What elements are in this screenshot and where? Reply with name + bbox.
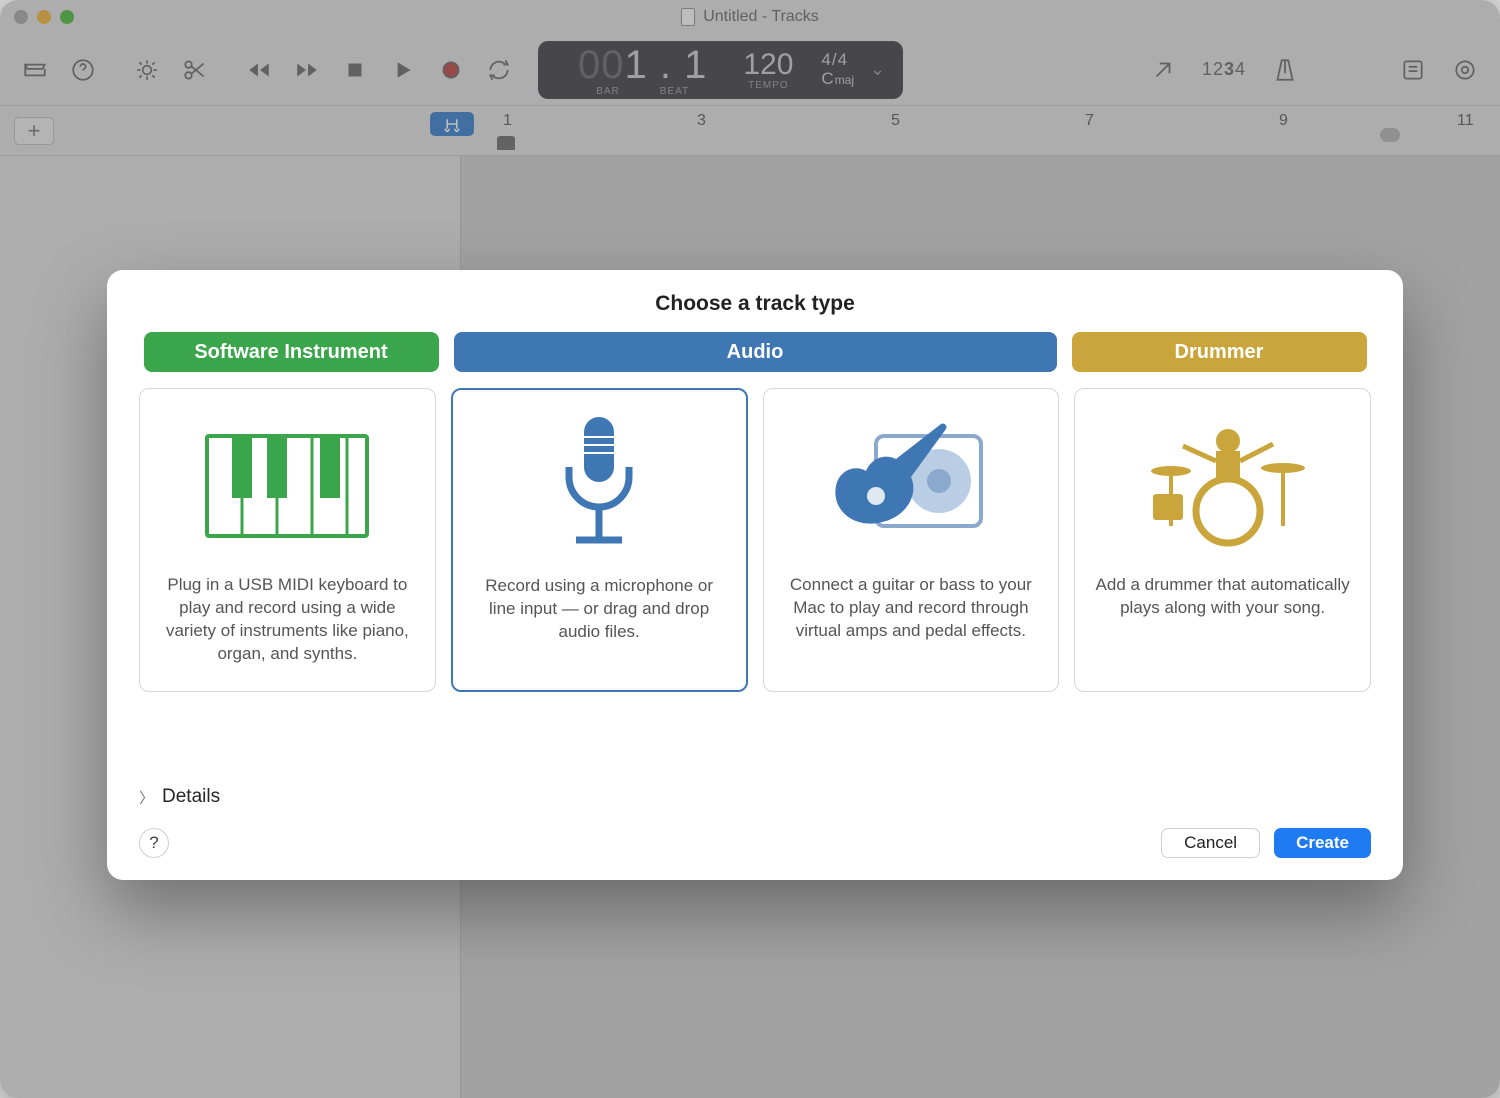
details-label: Details [162,786,220,808]
app-window: Untitled - Tracks [0,0,1500,1098]
cancel-button[interactable]: Cancel [1161,828,1260,858]
piano-keys-icon [202,411,372,561]
microphone-icon [544,412,654,562]
card-audio-mic[interactable]: Record using a microphone or line input … [451,388,748,692]
details-disclosure[interactable]: 〉 Details [139,756,1371,808]
tab-software-instrument[interactable]: Software Instrument [144,332,439,372]
tab-audio[interactable]: Audio [454,332,1057,372]
modal-help-button[interactable]: ? [139,828,169,858]
card-audio-guitar[interactable]: Connect a guitar or bass to your Mac to … [763,388,1060,692]
tab-drummer[interactable]: Drummer [1072,332,1367,372]
modal-title: Choose a track type [139,292,1371,316]
card-software-desc: Plug in a USB MIDI keyboard to play and … [158,573,417,665]
track-type-tabs: Software Instrument Audio Drummer [139,332,1371,372]
create-button[interactable]: Create [1274,828,1371,858]
card-drummer-desc: Add a drummer that automatically plays a… [1093,573,1352,619]
card-guitar-desc: Connect a guitar or bass to your Mac to … [782,573,1041,642]
guitar-amp-icon [821,411,1001,561]
drummer-icon [1133,411,1313,561]
card-mic-desc: Record using a microphone or line input … [471,574,728,643]
new-track-modal: Choose a track type Software Instrument … [107,270,1403,880]
card-software-instrument[interactable]: Plug in a USB MIDI keyboard to play and … [139,388,436,692]
card-drummer[interactable]: Add a drummer that automatically plays a… [1074,388,1371,692]
chevron-right-icon: 〉 [139,787,154,808]
